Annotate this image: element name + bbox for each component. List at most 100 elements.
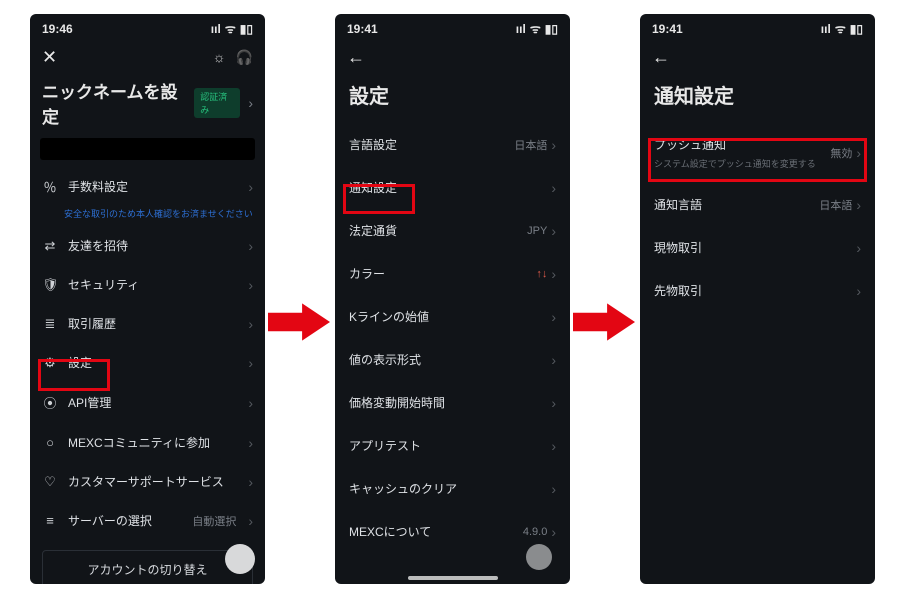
page-title-row[interactable]: ニックネームを設定 認証済み › bbox=[30, 78, 265, 138]
redacted-area bbox=[40, 138, 255, 160]
top-bar: ← bbox=[640, 41, 875, 78]
chevron-right-icon: › bbox=[248, 179, 253, 195]
row-label: 言語設定 bbox=[349, 136, 514, 153]
status-bar: 19:41 ııl ᯤ ▮▯ bbox=[640, 14, 875, 41]
row-label: API管理 bbox=[68, 394, 238, 411]
row-notification-language[interactable]: 通知言語 日本語 › bbox=[640, 183, 875, 226]
row-label: 通知言語 bbox=[654, 196, 819, 213]
back-icon[interactable]: ← bbox=[347, 47, 365, 68]
gear-icon: ⚙ bbox=[42, 355, 58, 371]
row-support[interactable]: ♡ カスタマーサポートサービス › bbox=[30, 462, 265, 501]
chevron-right-icon: › bbox=[551, 309, 556, 325]
clock: 19:46 bbox=[42, 22, 73, 36]
shield-icon: 🛡 bbox=[42, 277, 58, 293]
chevron-right-icon: › bbox=[856, 240, 861, 256]
switch-account-button[interactable]: アカウントの切り替え bbox=[42, 550, 253, 584]
row-kline-open[interactable]: Kラインの始値 › bbox=[335, 295, 570, 338]
status-icons: ııl ᯤ ▮▯ bbox=[516, 20, 558, 37]
api-icon: ⦿ bbox=[42, 393, 58, 412]
row-label: カラー bbox=[349, 265, 536, 282]
row-fiat[interactable]: 法定通貨 JPY › bbox=[335, 209, 570, 252]
row-label: プッシュ通知 bbox=[654, 136, 830, 153]
status-icons: ııl ᯤ ▮▯ bbox=[821, 20, 863, 37]
row-clear-cache[interactable]: キャッシュのクリア › bbox=[335, 467, 570, 510]
row-number-format[interactable]: 値の表示形式 › bbox=[335, 338, 570, 381]
row-value: 自動選択 bbox=[192, 513, 236, 529]
row-spot[interactable]: 現物取引 › bbox=[640, 226, 875, 269]
row-label: 設定 bbox=[68, 354, 238, 371]
wifi-icon: ᯤ bbox=[225, 20, 236, 37]
chevron-right-icon: › bbox=[856, 145, 861, 161]
chevron-right-icon: › bbox=[248, 316, 253, 332]
chevron-right-icon: › bbox=[551, 352, 556, 368]
row-community[interactable]: ○ MEXCコミュニティに参加 › bbox=[30, 423, 265, 462]
row-label: 法定通貨 bbox=[349, 222, 527, 239]
page-title: 設定 bbox=[335, 78, 570, 123]
row-value: ↑↓ bbox=[536, 268, 547, 280]
row-api[interactable]: ⦿ API管理 › bbox=[30, 382, 265, 423]
row-label: Kラインの始値 bbox=[349, 308, 551, 325]
row-history[interactable]: ≣ 取引履歴 › bbox=[30, 304, 265, 343]
chevron-right-icon: › bbox=[551, 481, 556, 497]
row-app-test[interactable]: アプリテスト › bbox=[335, 424, 570, 467]
row-security[interactable]: 🛡 セキュリティ › bbox=[30, 265, 265, 304]
row-value: JPY bbox=[527, 225, 547, 237]
status-icons: ııl ᯤ ▮▯ bbox=[211, 20, 253, 37]
share-icon: ⇄ bbox=[42, 238, 58, 254]
row-server[interactable]: ≡ サーバーの選択 自動選択 › bbox=[30, 501, 265, 540]
chevron-right-icon: › bbox=[248, 238, 253, 254]
row-invite[interactable]: ⇄ 友達を招待 › bbox=[30, 226, 265, 265]
clock: 19:41 bbox=[347, 22, 378, 36]
back-icon[interactable]: ← bbox=[652, 47, 670, 68]
chevron-right-icon: › bbox=[551, 438, 556, 454]
kyc-note: 安全な取引のため本人確認をお済ませください bbox=[30, 207, 265, 226]
headset-icon[interactable]: 🎧 bbox=[236, 49, 253, 66]
row-label: 取引履歴 bbox=[68, 315, 238, 332]
home-indicator bbox=[408, 576, 498, 580]
battery-icon: ▮▯ bbox=[545, 22, 558, 36]
row-label: サーバーの選択 bbox=[68, 512, 182, 529]
battery-icon: ▮▯ bbox=[240, 22, 253, 36]
close-icon[interactable]: ✕ bbox=[42, 47, 57, 68]
signal-icon: ııl bbox=[821, 22, 831, 36]
row-futures[interactable]: 先物取引 › bbox=[640, 269, 875, 312]
chevron-right-icon: › bbox=[248, 395, 253, 411]
verified-badge: 認証済み bbox=[194, 88, 240, 118]
chevron-right-icon: › bbox=[551, 266, 556, 282]
list-icon: ≣ bbox=[42, 316, 58, 332]
floating-button[interactable] bbox=[526, 544, 552, 570]
chevron-right-icon: › bbox=[551, 395, 556, 411]
row-label: アプリテスト bbox=[349, 437, 551, 454]
row-label: 先物取引 bbox=[654, 282, 856, 299]
heart-icon: ♡ bbox=[42, 474, 58, 490]
row-value: 無効 bbox=[830, 145, 852, 161]
row-value: 日本語 bbox=[514, 137, 547, 153]
floating-button[interactable] bbox=[225, 544, 255, 574]
row-label: 値の表示形式 bbox=[349, 351, 551, 368]
row-price-change-start[interactable]: 価格変動開始時間 › bbox=[335, 381, 570, 424]
wifi-icon: ᯤ bbox=[530, 20, 541, 37]
chevron-right-icon: › bbox=[551, 524, 556, 540]
row-settings[interactable]: ⚙ 設定 › bbox=[30, 343, 265, 382]
row-value: 日本語 bbox=[819, 197, 852, 213]
top-bar: ← bbox=[335, 41, 570, 78]
phone-screen-notification-settings: 19:41 ııl ᯤ ▮▯ ← 通知設定 プッシュ通知 システム設定でプッシュ… bbox=[640, 14, 875, 584]
row-language[interactable]: 言語設定 日本語 › bbox=[335, 123, 570, 166]
chevron-right-icon: › bbox=[856, 283, 861, 299]
battery-icon: ▮▯ bbox=[850, 22, 863, 36]
row-label: カスタマーサポートサービス bbox=[68, 473, 238, 490]
arrow-icon bbox=[268, 300, 330, 344]
row-color[interactable]: カラー ↑↓ › bbox=[335, 252, 570, 295]
row-label: 価格変動開始時間 bbox=[349, 394, 551, 411]
row-subtitle: システム設定でプッシュ通知を変更する bbox=[654, 157, 830, 170]
phone-screen-settings: 19:41 ııl ᯤ ▮▯ ← 設定 言語設定 日本語 › 通知設定 › 法定… bbox=[335, 14, 570, 584]
chevron-right-icon: › bbox=[248, 513, 253, 529]
theme-icon[interactable]: ☼ bbox=[213, 49, 226, 66]
page-title: 通知設定 bbox=[640, 78, 875, 123]
row-notification-settings[interactable]: 通知設定 › bbox=[335, 166, 570, 209]
chevron-right-icon: › bbox=[551, 223, 556, 239]
row-label: 現物取引 bbox=[654, 239, 856, 256]
row-fee-settings[interactable]: ％ 手数料設定 › bbox=[30, 166, 265, 207]
row-push-notification[interactable]: プッシュ通知 システム設定でプッシュ通知を変更する 無効 › bbox=[640, 123, 875, 183]
row-label: 通知設定 bbox=[349, 179, 551, 196]
